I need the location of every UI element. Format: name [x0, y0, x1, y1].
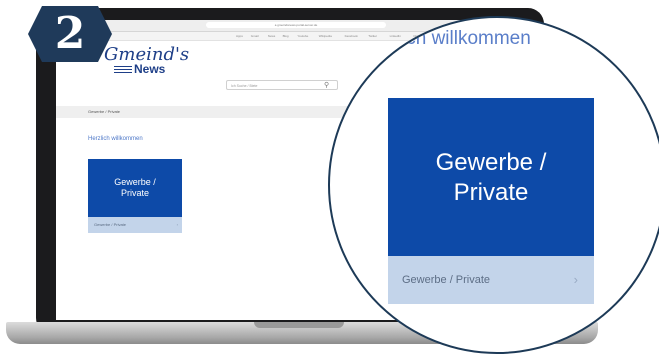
category-tile-title[interactable]: Gewerbe / Private — [88, 159, 182, 217]
magnified-tile-title[interactable]: Gewerbe / Private — [388, 98, 594, 258]
magnified-welcome: ich willkommen — [402, 28, 531, 49]
mag-title-line1: Gewerbe / — [435, 149, 547, 176]
bookmark-item[interactable]: News — [268, 32, 276, 40]
category-tile-footer[interactable]: Gewerbe / Private › — [88, 217, 182, 233]
chevron-right-icon: › — [573, 272, 578, 287]
welcome-heading: Herzlich willkommen — [88, 136, 143, 142]
bookmark-item[interactable]: LinkedIn — [390, 32, 401, 40]
url-bar[interactable]: a gmeindsnews.portal-server.de — [206, 22, 386, 28]
zoom-magnifier: ich willkommen Gewerbe / Private Gewerbe… — [328, 16, 659, 354]
bookmark-item[interactable]: Twitter — [368, 32, 377, 40]
bookmark-item[interactable]: Blog — [283, 32, 289, 40]
tile-title-line1: Gewerbe / — [114, 177, 156, 187]
mag-title-line2: Private — [453, 179, 529, 206]
bookmark-item[interactable]: Apps — [236, 32, 243, 40]
step-number: 2 — [54, 8, 86, 59]
search-icon[interactable]: ⚲ — [324, 81, 329, 89]
step-badge: 2 — [28, 4, 112, 64]
chevron-right-icon: › — [176, 222, 178, 227]
logo-lines — [114, 66, 132, 75]
bookmark-item[interactable]: Wikipedia — [319, 32, 332, 40]
bookmark-item[interactable]: Facebook — [345, 32, 358, 40]
bookmark-item[interactable]: Youtube — [297, 32, 308, 40]
category-tile[interactable]: Gewerbe / Private Gewerbe / Private › — [88, 159, 182, 233]
breadcrumb-label[interactable]: Gewerbe / Private — [88, 106, 120, 118]
search-input[interactable]: Ich Suche / Biete — [226, 80, 338, 90]
magnified-tile-footer[interactable]: Gewerbe / Private › — [388, 256, 594, 304]
bookmark-item[interactable]: Gmail — [251, 32, 259, 40]
mag-footer-label: Gewerbe / Private — [402, 274, 491, 286]
laptop-notch — [254, 322, 344, 328]
tile-title-line2: Private — [120, 188, 149, 198]
tile-footer-label: Gewerbe / Private — [94, 222, 127, 227]
site-logo-bottom[interactable]: News — [134, 62, 165, 76]
